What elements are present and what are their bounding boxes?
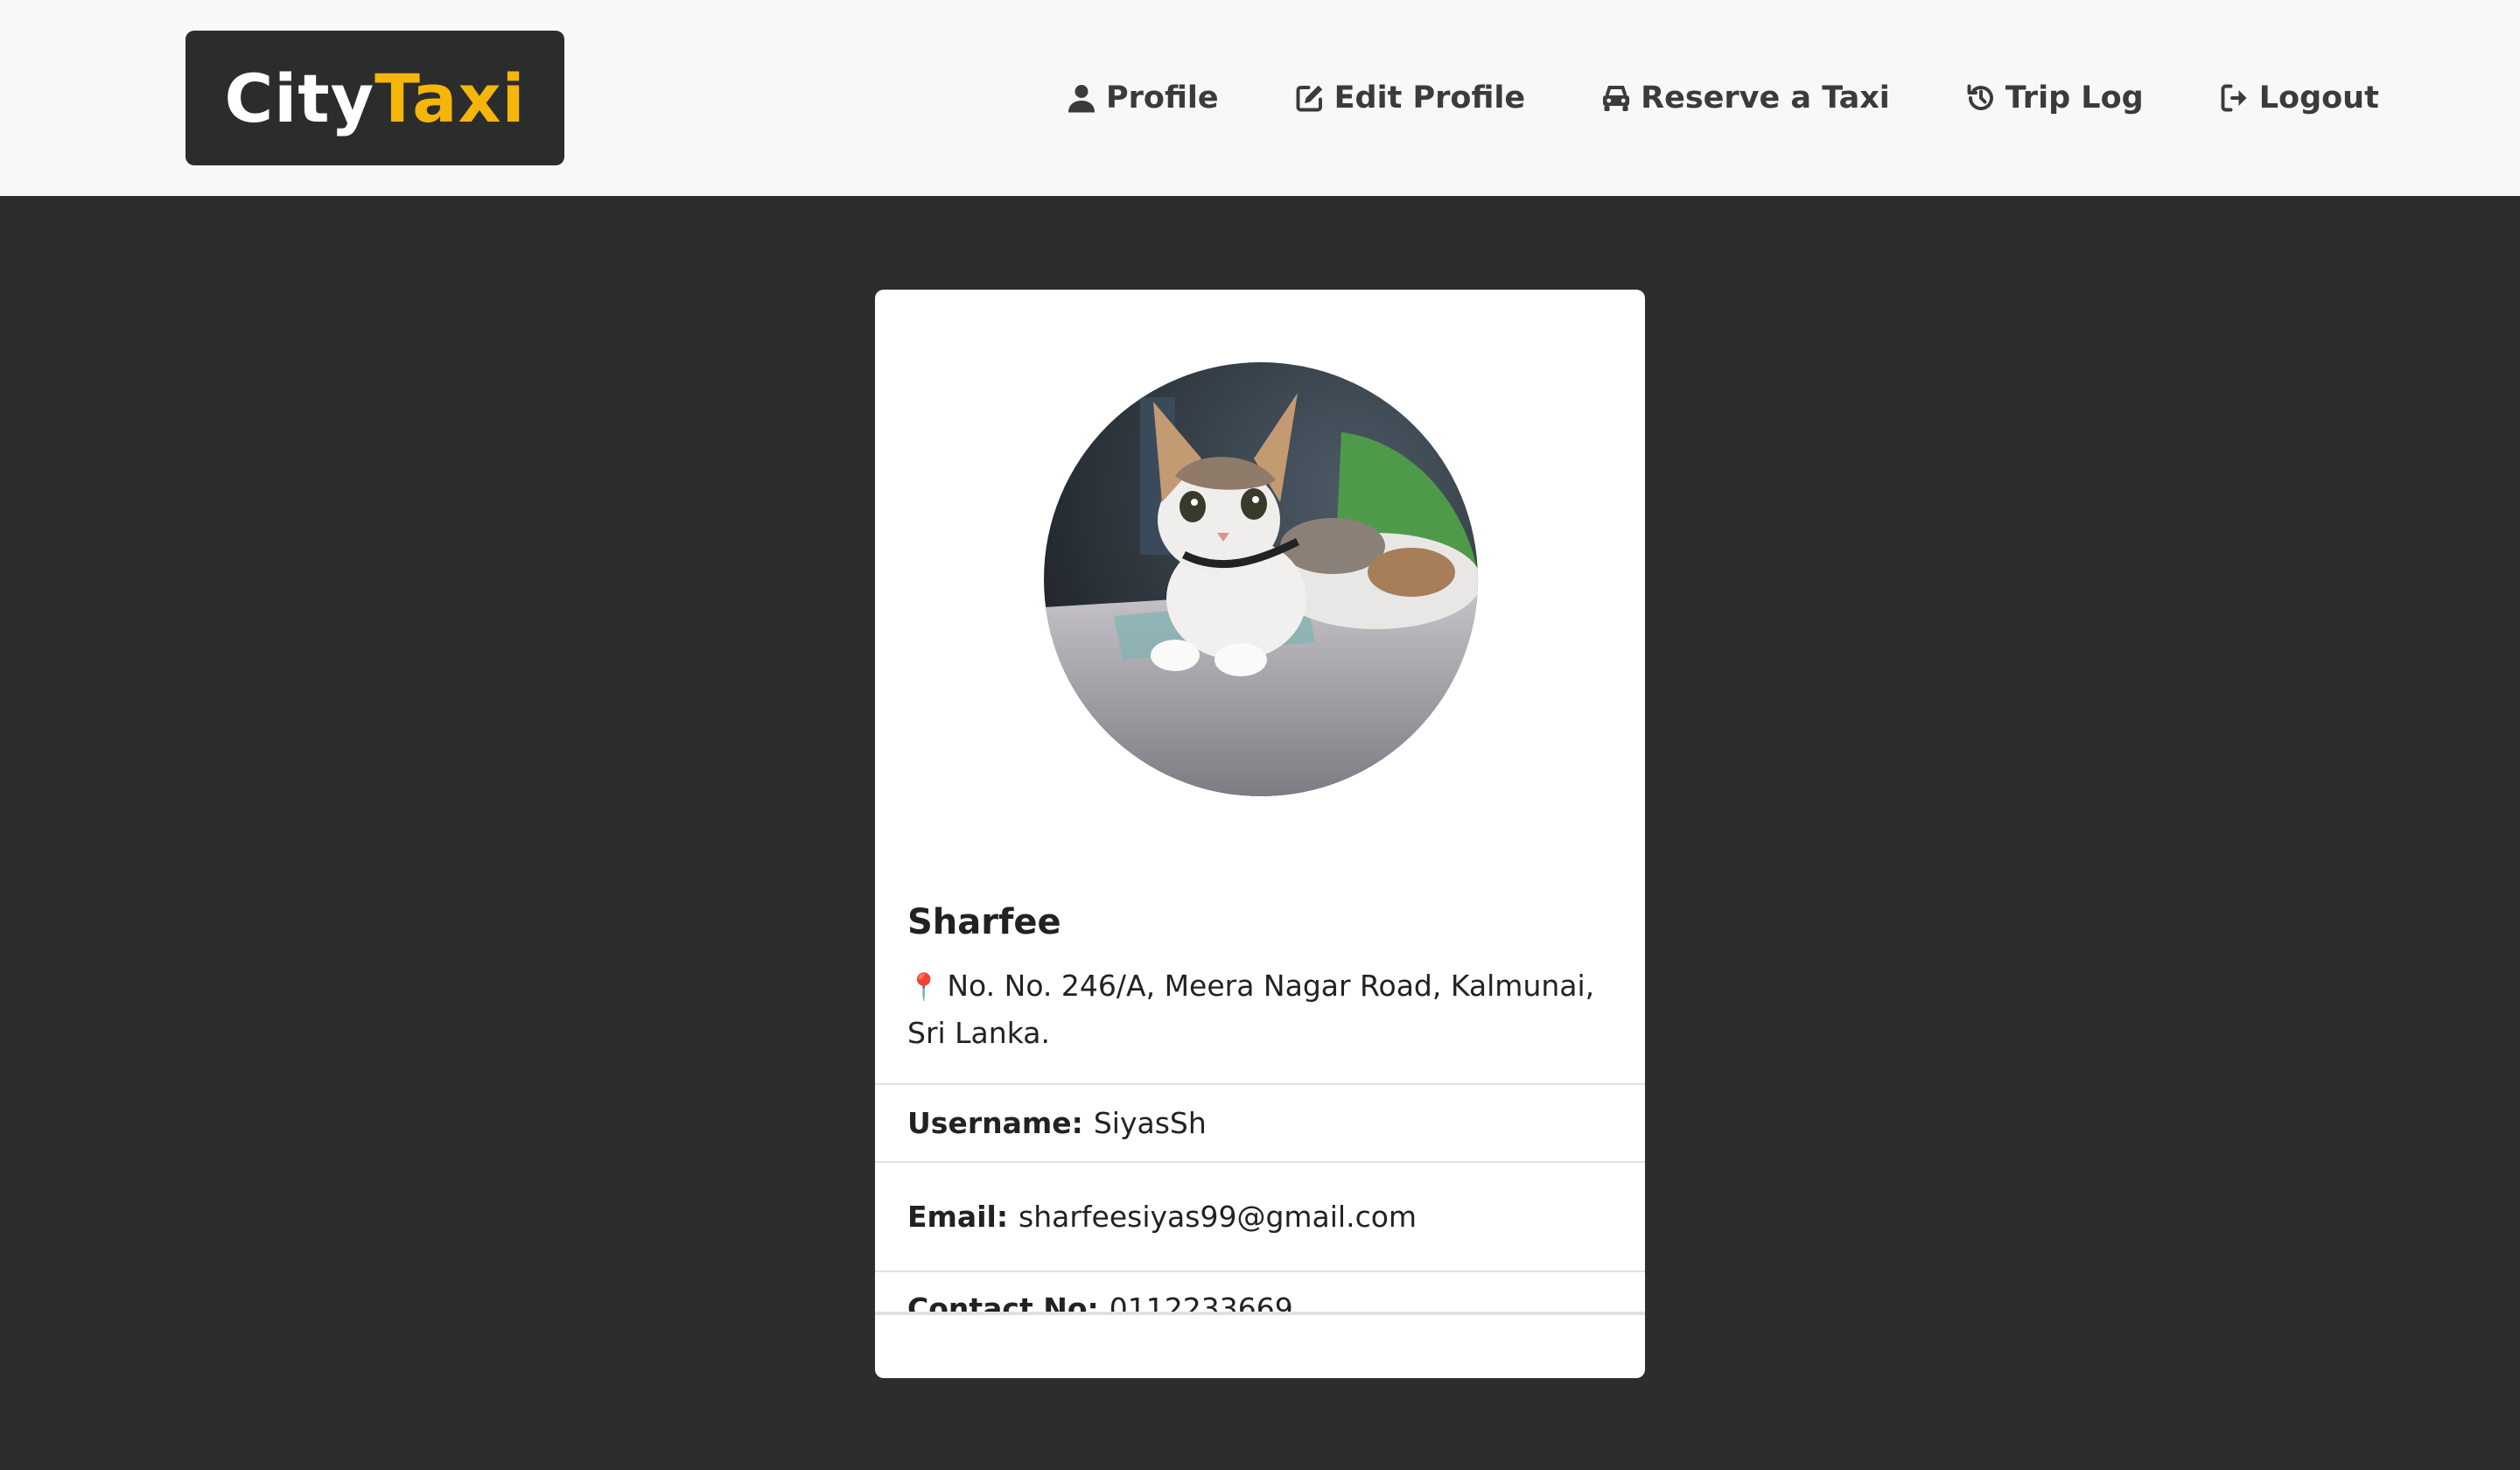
card-footer-divider (875, 1313, 1645, 1315)
profile-address: 📍 No. No. 246/A, Meera Nagar Road, Kalmun… (907, 963, 1625, 1056)
user-icon (1066, 82, 1097, 114)
email-label: Email: (907, 1200, 1009, 1234)
brand-name-part1: City (224, 59, 375, 137)
list-item-email: Email: sharfeesiyas99@gmail.com (875, 1163, 1645, 1272)
edit-icon (1294, 82, 1326, 114)
nav-reserve-taxi[interactable]: Reserve a Taxi (1600, 80, 1890, 116)
profile-avatar (1044, 362, 1478, 796)
list-item-contact: Contact No: 0112233669 (875, 1272, 1645, 1313)
nav-logout[interactable]: Logout (2219, 80, 2379, 116)
list-item-username: Username: SiyasSh (875, 1085, 1645, 1163)
main-nav: Profile Edit Profile Reserve a Taxi Trip… (1066, 68, 2379, 128)
profile-details-list: Username: SiyasSh Email: sharfeesiyas99@… (875, 1083, 1645, 1313)
profile-card: Sharfee 📍 No. No. 246/A, Meera Nagar Road… (875, 290, 1645, 1378)
cat-photo (1044, 362, 1478, 796)
nav-trip-log[interactable]: Trip Log (1965, 80, 2144, 116)
username-value: SiyasSh (1093, 1106, 1207, 1140)
nav-trip-log-label: Trip Log (2005, 80, 2144, 116)
nav-profile-label: Profile (1106, 80, 1219, 116)
profile-name: Sharfee (907, 902, 1061, 942)
contact-value: 0112233669 (1109, 1292, 1293, 1313)
brand-logo[interactable]: City Taxi (186, 31, 564, 165)
nav-logout-label: Logout (2258, 80, 2379, 116)
location-pin-icon: 📍 (907, 972, 941, 1003)
email-value: sharfeesiyas99@gmail.com (1018, 1200, 1418, 1234)
nav-edit-profile[interactable]: Edit Profile (1294, 80, 1526, 116)
username-label: Username: (907, 1106, 1083, 1140)
nav-reserve-taxi-label: Reserve a Taxi (1641, 80, 1890, 116)
brand-name-part2: Taxi (374, 59, 526, 137)
nav-edit-profile-label: Edit Profile (1334, 80, 1526, 116)
navbar: City Taxi Profile Edit Profile Reserve a … (0, 0, 2520, 196)
history-icon (1965, 82, 1997, 114)
profile-address-text: No. No. 246/A, Meera Nagar Road, Kalmuna… (907, 969, 1595, 1050)
logout-icon (2219, 82, 2250, 114)
nav-profile[interactable]: Profile (1066, 80, 1219, 116)
car-icon (1600, 82, 1632, 114)
contact-label: Contact No: (907, 1292, 1099, 1313)
